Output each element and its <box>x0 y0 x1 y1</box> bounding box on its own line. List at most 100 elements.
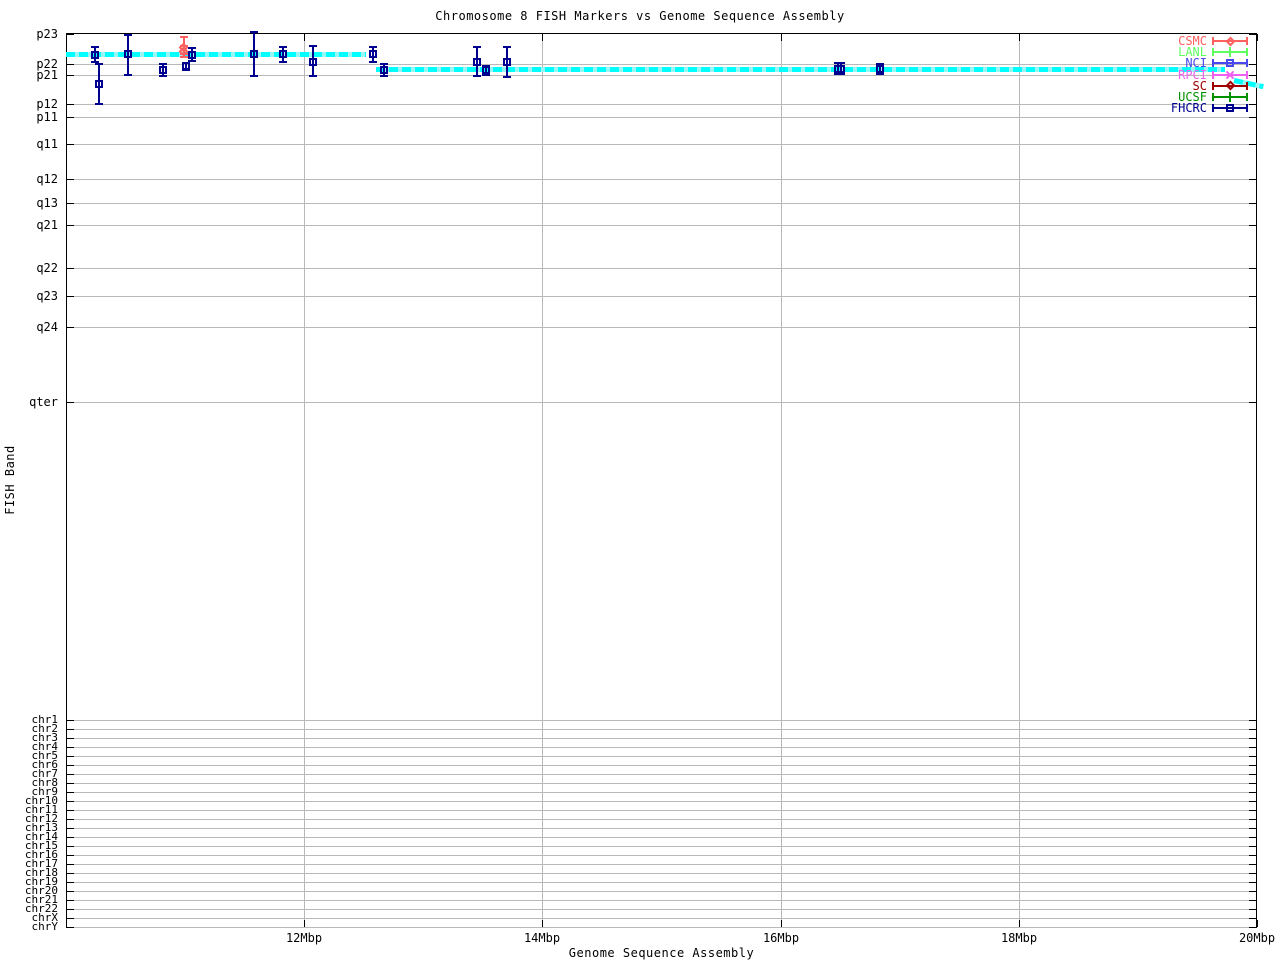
y-gridline <box>67 828 1256 829</box>
tick-mark <box>67 268 74 269</box>
tick-label-y: q13 <box>36 196 58 210</box>
tick-mark <box>1249 104 1256 105</box>
cyan-segment <box>375 67 1225 72</box>
tick-mark <box>1019 920 1020 927</box>
chart-title: Chromosome 8 FISH Markers vs Genome Sequ… <box>435 9 845 23</box>
tick-mark <box>1249 882 1256 883</box>
y-gridline <box>67 792 1256 793</box>
legend-sample-cap <box>1212 70 1214 79</box>
tick-mark <box>67 327 74 328</box>
x-gridline <box>304 34 305 927</box>
legend-marker-plus-icon <box>1229 47 1231 58</box>
cyan-segment <box>66 52 367 57</box>
y-gridline <box>67 756 1256 757</box>
tick-mark <box>67 882 74 883</box>
tick-mark <box>1249 918 1256 919</box>
y-gridline <box>67 819 1256 820</box>
fhcrc-errorbar-cap <box>250 31 259 33</box>
y-gridline <box>67 864 1256 865</box>
legend-marker-square-icon <box>1226 104 1234 113</box>
csmc-errorbar-cap <box>179 56 188 58</box>
tick-mark <box>1249 34 1256 35</box>
y-axis-title: FISH Band <box>3 445 17 515</box>
fhcrc-errorbar-cap <box>380 75 388 77</box>
tick-mark <box>67 225 74 226</box>
tick-mark <box>67 918 74 919</box>
tick-mark <box>1249 729 1256 730</box>
fhcrc-errorbar-cap <box>308 75 317 77</box>
tick-mark <box>1249 402 1256 403</box>
fhcrc-errorbar-cap <box>158 63 167 65</box>
legend-sample-cap <box>1246 37 1248 45</box>
tick-mark <box>542 920 543 927</box>
tick-mark <box>67 900 74 901</box>
fhcrc-errorbar-cap <box>90 46 99 48</box>
y-gridline <box>67 296 1256 297</box>
legend-sample-cap <box>1246 48 1248 57</box>
tick-mark <box>1249 801 1256 802</box>
fhcrc-errorbar-cap <box>369 61 378 63</box>
tick-mark <box>67 402 74 403</box>
y-gridline <box>67 729 1256 730</box>
tick-label-x: 18Mbp <box>1000 931 1038 945</box>
tick-mark <box>67 774 74 775</box>
tick-mark <box>542 34 543 41</box>
y-gridline <box>67 402 1256 403</box>
tick-mark <box>67 747 74 748</box>
y-gridline <box>67 117 1256 118</box>
tick-mark <box>67 34 74 35</box>
y-gridline <box>67 720 1256 721</box>
tick-mark <box>67 846 74 847</box>
tick-label-x: 12Mbp <box>285 931 323 945</box>
tick-mark <box>67 75 74 76</box>
fhcrc-errorbar-cap <box>250 75 259 77</box>
fhcrc-marker-square-icon <box>369 50 378 58</box>
fhcrc-marker-square-icon <box>182 62 191 70</box>
tick-mark <box>1249 117 1256 118</box>
tick-mark <box>1249 327 1256 328</box>
tick-label-y: q24 <box>36 320 58 334</box>
fhcrc-errorbar-cap <box>158 75 167 77</box>
legend-sample-cap <box>1246 93 1248 101</box>
tick-mark <box>1249 810 1256 811</box>
tick-mark <box>67 828 74 829</box>
tick-mark <box>1249 891 1256 892</box>
tick-mark <box>67 203 74 204</box>
tick-mark <box>67 729 74 730</box>
tick-mark <box>67 104 74 105</box>
tick-mark <box>1249 75 1256 76</box>
legend-sample-cap <box>1246 81 1248 90</box>
legend-sample-cap <box>1212 59 1214 68</box>
tick-mark <box>1249 747 1256 748</box>
tick-mark <box>67 144 74 145</box>
tick-mark <box>67 864 74 865</box>
legend-marker-square-icon <box>1226 59 1234 68</box>
tick-mark <box>1249 144 1256 145</box>
y-gridline <box>67 927 1256 928</box>
fhcrc-errorbar-cap <box>472 75 481 77</box>
y-gridline <box>67 747 1256 748</box>
tick-mark <box>1249 296 1256 297</box>
tick-mark <box>1249 64 1256 65</box>
y-gridline <box>67 225 1256 226</box>
y-gridline <box>67 909 1256 910</box>
tick-mark <box>67 855 74 856</box>
tick-mark <box>1249 900 1256 901</box>
tick-mark <box>1249 720 1256 721</box>
y-gridline <box>67 846 1256 847</box>
plot-area <box>66 33 1257 928</box>
csmc-errorbar-cap <box>179 36 188 38</box>
tick-mark <box>1249 819 1256 820</box>
chart-canvas: Chromosome 8 FISH Markers vs Genome Sequ… <box>0 0 1280 960</box>
tick-mark <box>1257 34 1258 41</box>
y-gridline <box>67 268 1256 269</box>
fhcrc-marker-square-icon <box>482 66 491 74</box>
tick-label-x: 20Mbp <box>1238 931 1276 945</box>
y-gridline <box>67 179 1256 180</box>
y-gridline <box>67 75 1256 76</box>
tick-label-y: q21 <box>36 218 58 232</box>
tick-label-y: qter <box>29 395 58 409</box>
legend-sample-cap <box>1212 104 1214 113</box>
tick-mark <box>67 810 74 811</box>
y-gridline <box>67 203 1256 204</box>
